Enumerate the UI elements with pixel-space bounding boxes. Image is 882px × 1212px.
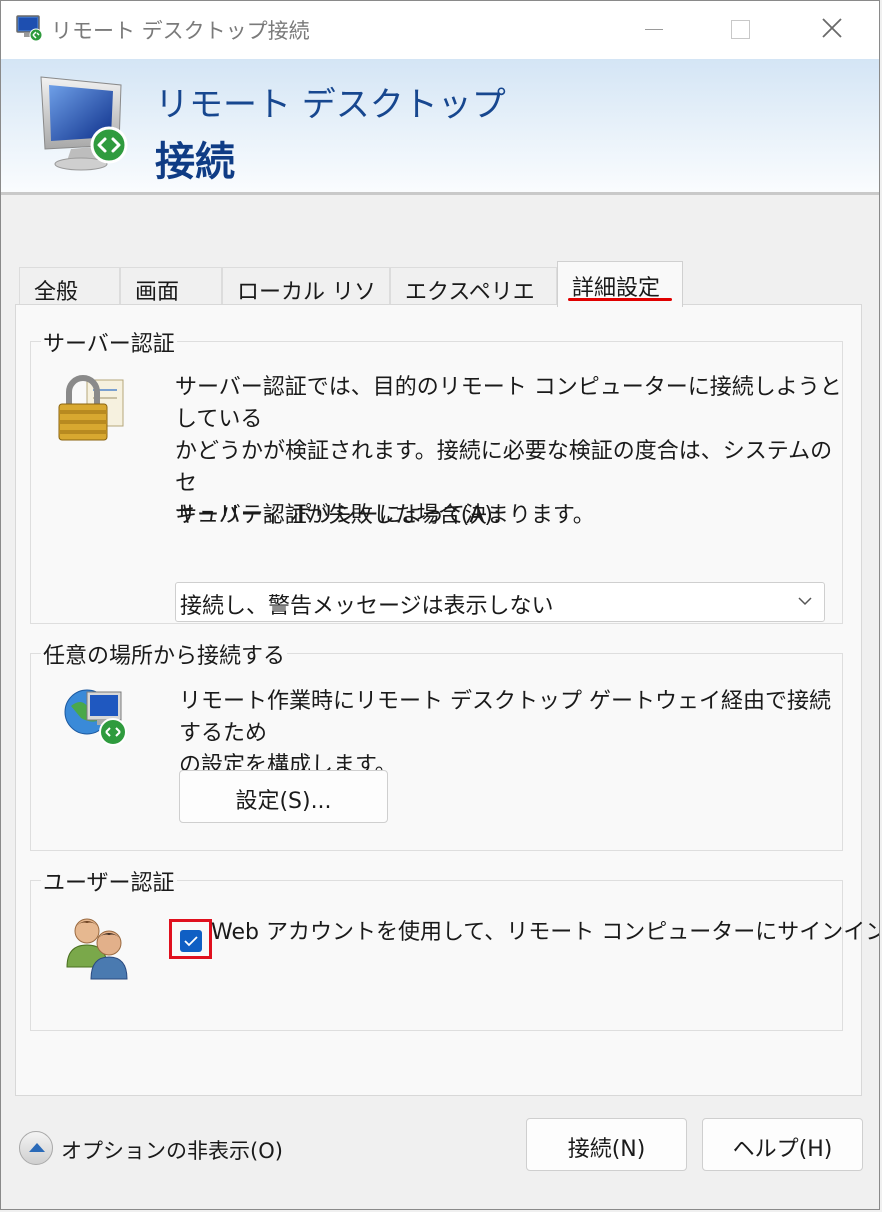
chevron-up-icon [29, 1143, 45, 1152]
users-icon [66, 918, 128, 980]
server-auth-dropdown-label: サーバー認証が失敗した場合(A): [175, 503, 501, 528]
globe-remote-icon [64, 689, 127, 746]
header-banner: リモート デスクトップ 接続 [1, 59, 879, 195]
close-button[interactable] [809, 9, 855, 49]
options-collapse-button[interactable] [19, 1131, 53, 1165]
connect-button[interactable]: 接続(N) [526, 1118, 687, 1171]
tab-local-resources[interactable]: ローカル リソース [222, 267, 390, 337]
lock-certificate-icon [58, 375, 124, 441]
minimize-button[interactable] [629, 9, 675, 49]
connect-anywhere-desc-line: リモート作業時にリモート デスクトップ ゲートウェイ経由で接続するため [179, 689, 831, 746]
remote-desktop-monitor-icon [40, 76, 128, 171]
group-server-auth: サーバー認証 サーバー認証では、目的のリモート コンピューターに接続しようとして… [30, 326, 843, 624]
window-title: リモート デスクトップ接続 [51, 19, 310, 43]
chevron-down-icon [798, 597, 812, 606]
server-auth-failure-select[interactable]: 接続し、警告メッセージは表示しない [175, 582, 825, 622]
web-account-checkbox-label[interactable]: Web アカウントを使用して、リモート コンピューターにサインインする [211, 917, 879, 949]
connect-anywhere-description: リモート作業時にリモート デスクトップ ゲートウェイ経由で接続するため の設定を… [179, 686, 842, 782]
maximize-button[interactable] [715, 9, 761, 49]
web-account-checkbox[interactable] [180, 930, 202, 952]
help-button[interactable]: ヘルプ(H) [702, 1118, 863, 1171]
checkbox-highlight-box [169, 919, 212, 959]
tab-advanced[interactable]: 詳細設定 [557, 261, 683, 307]
server-auth-failure-value: 接続し、警告メッセージは表示しない [180, 594, 554, 619]
banner-title-line1: リモート デスクトップ [155, 85, 506, 125]
group-user-auth: ユーザー認証 Web アカウントを使用して、リモート コンピューターにサインイン… [30, 865, 879, 1031]
rdc-window: リモート デスクトップ接続 リモート デスクトップ 接続 全般 画面 ローカル … [0, 0, 880, 1210]
title-bar[interactable]: リモート デスクトップ接続 [1, 1, 879, 59]
checkmark-icon [184, 936, 198, 947]
gateway-settings-button[interactable]: 設定(S)... [179, 770, 388, 823]
tab-general[interactable]: 全般 [19, 267, 120, 305]
tab-experience[interactable]: エクスペリエンス [390, 267, 557, 337]
tab-highlight-underline [568, 298, 672, 301]
group-connect-anywhere: 任意の場所から接続する リモート作業時にリモート デスクトップ ゲートウェイ経由… [30, 638, 843, 851]
tab-display[interactable]: 画面 [120, 267, 222, 305]
remote-desktop-app-icon [16, 15, 43, 42]
tab-panel-advanced: サーバー認証 サーバー認証では、目的のリモート コンピューターに接続しようとして… [15, 304, 879, 1096]
group-title-user-auth: ユーザー認証 [41, 865, 177, 897]
hide-options-label: オプションの非表示(O) [61, 1139, 283, 1163]
banner-title-line2: 接続 [155, 139, 235, 185]
close-icon [822, 18, 842, 38]
server-auth-desc-line: サーバー認証では、目的のリモート コンピューターに接続しようとしている [175, 375, 842, 432]
group-title-connect-anywhere: 任意の場所から接続する [41, 638, 288, 670]
group-title-server-auth: サーバー認証 [41, 326, 177, 358]
server-auth-desc-line: かどうかが検証されます。接続に必要な検証の度合は、システムのセ [175, 439, 833, 496]
